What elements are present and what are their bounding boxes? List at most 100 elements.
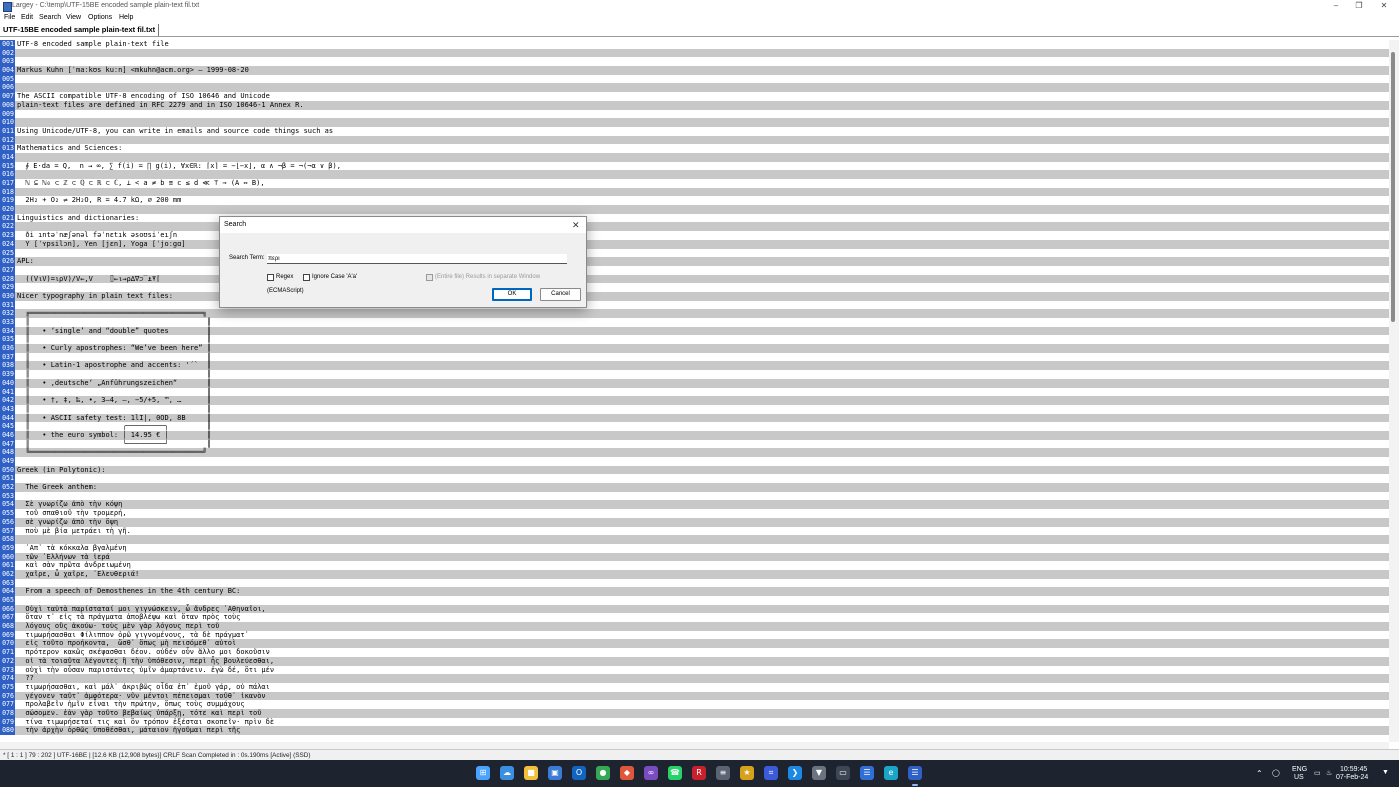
editor-line[interactable]: 026 APL: [0,257,1389,266]
editor-line[interactable]: 027 [0,265,1389,275]
chrome-icon[interactable]: ● [596,766,610,780]
editor-line[interactable]: 004 Markus Kuhn [ˈmaːkʊs kuːn] <mkuhn@acm… [0,66,1389,75]
editor-line[interactable]: 079 τίνα τιμωρήσεταί τις καὶ ὃν τρόπον ἐ… [0,717,1389,727]
editor-line[interactable]: 066 Οὐχὶ ταὐτὰ παρίσταταί μοι γιγνώσκειν… [0,604,1389,614]
editor-line[interactable]: 008 plain-text files are defined in RFC 2… [0,100,1389,110]
editor-line[interactable]: 033 ║ ║ [0,318,1389,327]
grid-app-icon[interactable]: ⌗ [764,766,778,780]
editor-line[interactable]: 077 προλαβεῖν ἡμῖν εἶναι τὴν πρώτην, ὅπω… [0,700,1389,709]
text-editor[interactable]: 001 UTF-8 encoded sample plain-text file 0… [0,40,1389,742]
chevron-up-icon[interactable]: ⌃ [1256,769,1263,778]
visual-studio-icon[interactable]: ∞ [644,766,658,780]
dialog-close-icon[interactable]: ✕ [572,220,580,231]
language-label[interactable]: ENG [1292,766,1307,773]
editor-line[interactable]: 047 ║ ╰─────────╯ ║ [0,439,1389,449]
menu-options[interactable]: Options [88,14,112,21]
editor-line[interactable]: 023 ði ıntəˈnæʃənəl fəˈnɛtık əsoʊsiˈeıʃn [0,231,1389,240]
widgets-icon[interactable]: ☁ [500,766,514,780]
editor-line[interactable]: 010 [0,118,1389,127]
editor-line[interactable]: 007 The ASCII compatible UTF-8 encoding o… [0,92,1389,101]
editor-line[interactable]: 031 [0,300,1389,310]
shield-app-icon[interactable]: ▼ [812,766,826,780]
editor-line[interactable]: 042 ║ • †, ‡, ‰, •, 3–4, —, −5/+5, ™, … … [0,396,1389,405]
editor-line[interactable]: 029 [0,283,1389,292]
editor-line[interactable]: 040 ║ • ‚deutsche‘ „Anführungszeichen“ ║ [0,378,1389,388]
editor-line[interactable]: 014 [0,152,1389,162]
minimize-button[interactable]: – [1325,1,1347,10]
cancel-button[interactable]: Cancel [540,288,581,301]
vscode-icon[interactable]: ❯ [788,766,802,780]
red-app-icon[interactable]: R [692,766,706,780]
menu-view[interactable]: View [66,14,81,21]
editor-line[interactable]: 070 εἰς τοῦτο προήκοντα, ὥσθ᾿ ὅπως μὴ πε… [0,639,1389,649]
editor-line[interactable]: 073 οὐχὶ τὴν οὖσαν παριστάντες ὑμῖν ἁμαρ… [0,665,1389,675]
editor-line[interactable]: 067 ὅταν τ᾿ εἰς τὰ πράγματα ἀποβλέψω καὶ… [0,613,1389,623]
editor-line[interactable]: 072 οἱ τὰ τοιαῦτα λέγοντες ἢ τὴν ὑπόθεσι… [0,656,1389,666]
restore-button[interactable]: ❐ [1348,1,1370,10]
editor-line[interactable]: 049 [0,457,1389,466]
volume-icon[interactable]: ♨ [1326,769,1332,777]
editor-line[interactable]: 044 ║ • ASCII safety test: 1lI|, 0OD, 8B… [0,413,1389,423]
editor-line[interactable]: 030 Nicer typography in plain text files: [0,291,1389,301]
calculator-icon[interactable]: ≡ [716,766,730,780]
editor-line[interactable]: 074 ?? [0,674,1389,683]
editor-line[interactable]: 016 [0,170,1389,179]
menu-file[interactable]: File [4,14,15,21]
editor-line[interactable]: 025 [0,248,1389,258]
editor-line[interactable]: 061 καὶ σὰν πρῶτα ἀνδρειωμένη [0,561,1389,570]
editor-line[interactable]: 059 ᾿Απ᾿ τὰ κόκκαλα βγαλμένη [0,543,1389,553]
editor-line[interactable]: 064 From a speech of Demosthenes in the … [0,587,1389,596]
editor-line[interactable]: 018 [0,187,1389,197]
editor-line[interactable]: 022 [0,222,1389,232]
editor-line[interactable]: 050 Greek (in Polytonic): [0,465,1389,475]
editor-line[interactable]: 068 λόγους οὓς ἀκούω· τοὺς μὲν γὰρ λόγου… [0,622,1389,631]
editor-line[interactable]: 054 Σὲ γνωρίζω ἀπὸ τὴν κόψη [0,500,1389,510]
editor-line[interactable]: 062 χαῖρε, ὦ χαῖρε, ᾿Ελευθεριά! [0,569,1389,579]
editor-line[interactable]: 017 ℕ ⊆ ℕ₀ ⊂ ℤ ⊂ ℚ ⊂ ℝ ⊂ ℂ, ⊥ < a ≠ b ≡ … [0,179,1389,188]
editor-line[interactable]: 046 ║ • the euro symbol: │ 14.95 € │ ║ [0,430,1389,440]
network-icon[interactable]: ◯ [1272,769,1280,777]
yellow-app-icon[interactable]: ★ [740,766,754,780]
editor-line[interactable]: 058 [0,535,1389,544]
editor-line[interactable]: 024 Y [ˈʏpsilɔn], Yen [jɛn], Yoga [ˈjoːg… [0,239,1389,249]
editor-line[interactable]: 045 ║ ╭─────────╮ ║ [0,422,1389,431]
clock-date[interactable]: 07-Feb-24 [1336,774,1368,781]
ignore-case-checkbox[interactable] [303,274,310,281]
editor-line[interactable]: 021 Linguistics and dictionaries: [0,213,1389,223]
close-button[interactable]: ✕ [1373,1,1395,10]
editor-line[interactable]: 060 τῶν ᾿Ελλήνων τὰ ἱερά [0,552,1389,562]
editor-line[interactable]: 076 γέγονεν ταῦτ᾿ ἀμφότερα· νῦν μέντοι π… [0,691,1389,701]
editor-line[interactable]: 038 ║ • Latin-1 apostrophe and accents: … [0,361,1389,371]
editor-line[interactable]: 035 ║ ║ [0,335,1389,345]
edge-icon[interactable]: e [884,766,898,780]
search-term-input[interactable] [267,254,567,264]
editor-line[interactable]: 078 σώσομεν. ἐὰν γὰρ τοῦτο βεβαίως ὑπάρξ… [0,708,1389,718]
editor-line[interactable]: 036 ║ • Curly apostrophes: “We’ve been h… [0,344,1389,353]
editor-line[interactable]: 032 ╔═══════════════════════════════════… [0,309,1389,318]
horizontal-scrollbar[interactable] [0,742,1389,749]
editor-line[interactable]: 001 UTF-8 encoded sample plain-text file [0,40,1389,49]
menu-help[interactable]: Help [119,14,133,21]
editor-line[interactable]: 069 τιμωρήσασθαι Φίλιππον ὁρῶ γιγνομένου… [0,630,1389,640]
editor-line[interactable]: 051 [0,474,1389,484]
editor-line[interactable]: 006 [0,83,1389,93]
editor-line[interactable]: 020 [0,205,1389,214]
store-icon[interactable]: ▣ [548,766,562,780]
notification-bell-icon[interactable]: ▼ [1382,769,1389,776]
ok-button[interactable]: OK [492,288,532,301]
whatsapp-icon[interactable]: ☎ [668,766,682,780]
editor-line[interactable]: 063 [0,578,1389,588]
editor-line[interactable]: 019 2H₂ + O₂ ⇌ 2H₂O, R = 4.7 kΩ, ⌀ 200 m… [0,196,1389,206]
editor-line[interactable]: 009 [0,109,1389,119]
editor-line[interactable]: 013 Mathematics and Sciences: [0,144,1389,153]
editor-line[interactable]: 053 [0,491,1389,501]
scrollbar-thumb[interactable] [1391,52,1395,322]
editor-line[interactable]: 080 τὴν ἀρχὴν ὀρθῶς ὑποθέσθαι, μάταιον ἡ… [0,726,1389,735]
file-tab[interactable]: UTF-15BE encoded sample plain-text fil.t… [0,24,160,36]
editor-line[interactable]: 003 [0,57,1389,67]
editor-line[interactable]: 057 ποὺ μὲ βία μετράει τὴ γῆ. [0,526,1389,536]
editor-line[interactable]: 015 ∮ E⋅da = Q, n → ∞, ∑ f(i) = ∏ g(i), … [0,161,1389,171]
file-explorer-icon[interactable]: ■ [524,766,538,780]
editor-line[interactable]: 055 τοῦ σπαθιοῦ τὴν τρομερή, [0,509,1389,518]
editor-line[interactable]: 075 τιμωρήσασθαι, καὶ μάλ᾿ ἀκριβῶς οἶδα … [0,682,1389,692]
